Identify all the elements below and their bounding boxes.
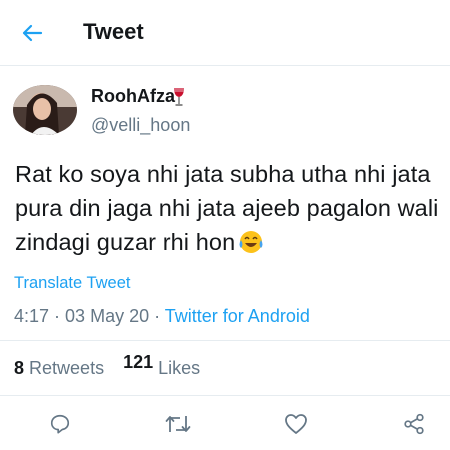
page-title: Tweet <box>83 19 144 44</box>
display-name[interactable]: RoohAfza <box>91 86 175 107</box>
tweet-time: 4:17 <box>14 306 50 326</box>
back-button[interactable] <box>14 19 50 47</box>
tweet-source-link[interactable]: Twitter for Android <box>165 306 310 326</box>
retweet-icon <box>165 416 191 432</box>
username[interactable]: @velli_hoon <box>91 115 190 136</box>
wine-glass-icon <box>174 88 184 106</box>
tweet-stats: 8 Retweets 121 Likes <box>14 352 214 379</box>
heart-icon <box>285 414 307 434</box>
retweet-button[interactable] <box>162 408 194 440</box>
likes-label: Likes <box>158 358 201 378</box>
translate-tweet-link[interactable]: Translate Tweet <box>14 274 130 293</box>
retweets-count: 8 <box>14 358 25 378</box>
reply-button[interactable] <box>44 408 76 440</box>
share-button[interactable] <box>398 408 430 440</box>
avatar[interactable] <box>13 85 77 135</box>
tweet-text-content: Rat ko soya nhi jata subha utha nhi jata… <box>15 161 439 255</box>
meta-separator: · <box>49 306 66 326</box>
share-icon <box>404 413 424 435</box>
tweet-date: 03 May 20 <box>65 306 150 326</box>
tears-of-joy-emoji-icon <box>239 231 263 253</box>
tweet-meta: 4:17 · 03 May 20 · Twitter for Android <box>14 306 310 327</box>
reply-icon <box>50 414 70 434</box>
meta-separator: · <box>149 306 165 326</box>
top-bar: Tweet <box>0 0 450 66</box>
divider <box>0 340 450 341</box>
divider <box>0 395 450 396</box>
like-button[interactable] <box>280 408 312 440</box>
likes-stat[interactable]: 121 Likes <box>123 352 201 378</box>
action-bar <box>0 400 450 446</box>
retweets-stat[interactable]: 8 Retweets <box>14 358 104 378</box>
likes-count: 121 <box>123 352 154 372</box>
arrow-left-icon <box>22 24 43 42</box>
retweets-label: Retweets <box>29 358 105 378</box>
tweet-text: Rat ko soya nhi jata subha utha nhi jata… <box>15 157 445 259</box>
